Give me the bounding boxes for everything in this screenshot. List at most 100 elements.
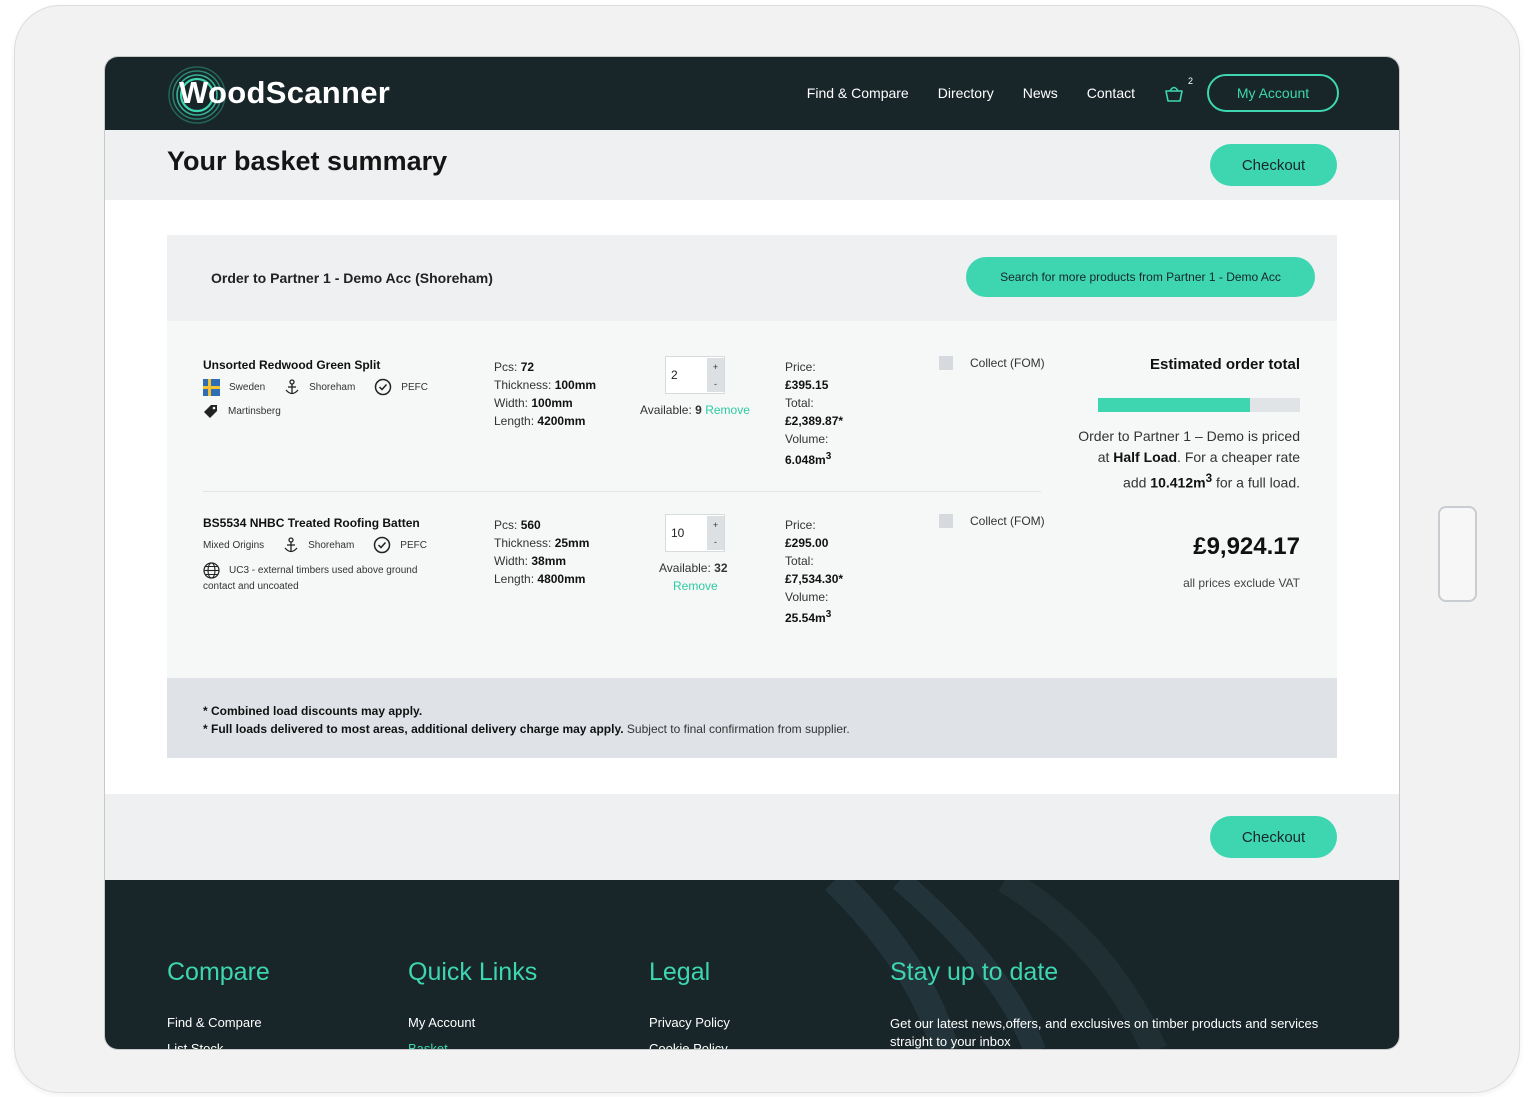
volume-label: Volume:: [785, 432, 829, 446]
quantity-input[interactable]: [666, 357, 707, 393]
logo-wordmark: WoodScanner: [179, 75, 390, 111]
item-port: Shoreham: [309, 381, 356, 393]
length-value: 4800mm: [537, 572, 586, 586]
footer-compare-column: Compare Find & Compare List Stock: [167, 958, 270, 1049]
collect-label: Collect (FOM): [970, 514, 1045, 528]
footer-link-my-account[interactable]: My Account: [408, 1015, 537, 1030]
item-cert: PEFC: [400, 539, 427, 551]
volume-unit-sup: 3: [825, 451, 832, 462]
item-origin: Sweden: [229, 381, 266, 393]
available-label: Available:: [640, 403, 692, 417]
available-value: 32: [714, 561, 728, 575]
item-meta-row: Mixed Origins Shoreham PEFC: [203, 536, 427, 554]
search-more-products-button[interactable]: Search for more products from Partner 1 …: [966, 257, 1315, 297]
thickness-value: 100mm: [554, 378, 597, 392]
estimate-title: Estimated order total: [1149, 356, 1300, 373]
note-full-loads: * Full loads delivered to most areas, ad…: [203, 722, 624, 736]
load-explanation: Order to Partner 1 – Demo is priced at H…: [1078, 426, 1300, 494]
footer-link-find-compare[interactable]: Find & Compare: [167, 1015, 270, 1030]
basket-summary-header: Your basket summary Checkout: [105, 130, 1399, 200]
anchor-icon: [284, 536, 298, 552]
item-specs: Pcs: 72 Thickness: 100mm Width: 100mm Le…: [494, 358, 596, 430]
footer-legal-column: Legal Privacy Policy Cookie Policy: [649, 958, 730, 1049]
item-specs: Pcs: 560 Thickness: 25mm Width: 38mm Len…: [494, 516, 589, 588]
thickness-value: 25mm: [554, 536, 590, 550]
width-value: 100mm: [531, 396, 573, 410]
item-name: BS5534 NHBC Treated Roofing Batten: [203, 516, 420, 530]
collect-option: Collect (FOM): [939, 356, 1045, 370]
tag-icon: [204, 405, 217, 418]
price-value: £395.15: [785, 378, 829, 392]
collect-label: Collect (FOM): [970, 356, 1045, 370]
item-origin: Mixed Origins: [203, 539, 265, 551]
pcs-label: Pcs:: [494, 518, 518, 532]
nav-link-find-compare[interactable]: Find & Compare: [807, 85, 909, 101]
woodscanner-logo[interactable]: WoodScanner: [167, 63, 390, 124]
collect-checkbox[interactable]: [939, 514, 953, 528]
item-meta-row-3: contact and uncoated: [203, 581, 299, 592]
load-progress-fill: [1098, 398, 1250, 412]
note-full-loads-rest: Subject to final confirmation from suppl…: [623, 722, 850, 736]
checkout-button-top[interactable]: Checkout: [1210, 144, 1337, 186]
nav-link-directory[interactable]: Directory: [938, 85, 994, 101]
load-text-c: for a full load.: [1212, 474, 1300, 491]
item-cert: PEFC: [401, 381, 428, 393]
item-extra: UC3 - external timbers used above ground: [229, 565, 418, 576]
bottom-checkout-bar: Checkout: [105, 794, 1399, 880]
item-pricing: Price: £395.15 Total: £2,389.87* Volume:…: [785, 358, 843, 469]
collect-checkbox[interactable]: [939, 356, 953, 370]
order-total-amount: £9,924.17: [1193, 533, 1300, 560]
total-label: Total:: [785, 396, 814, 410]
sweden-flag-icon: [203, 378, 220, 396]
footer-link-basket[interactable]: Basket: [408, 1041, 537, 1049]
nav-link-contact[interactable]: Contact: [1087, 85, 1135, 101]
thickness-label: Thickness:: [494, 378, 552, 392]
thickness-label: Thickness:: [494, 536, 552, 550]
price-value: £295.00: [785, 536, 829, 550]
item-extra: Martinsberg: [228, 405, 281, 417]
logo-word-scanner: Scanner: [265, 75, 391, 110]
length-label: Length:: [494, 572, 535, 586]
collect-option: Collect (FOM): [939, 514, 1045, 528]
page-title: Your basket summary: [167, 146, 448, 176]
pcs-label: Pcs:: [494, 360, 518, 374]
estimated-order-total: Estimated order total Order to Partner 1…: [1078, 356, 1300, 590]
quantity-increase-button[interactable]: +: [707, 516, 724, 533]
quantity-stepper: + -: [665, 356, 725, 394]
item-divider: [203, 491, 1041, 492]
total-label: Total:: [785, 554, 814, 568]
order-panel: Order to Partner 1 - Demo Acc (Shoreham)…: [167, 235, 1337, 758]
footer-link-privacy-policy[interactable]: Privacy Policy: [649, 1015, 730, 1030]
quantity-increase-button[interactable]: +: [707, 358, 724, 375]
width-value: 38mm: [531, 554, 567, 568]
price-label: Price:: [785, 518, 816, 532]
remove-item-link[interactable]: Remove: [673, 579, 718, 593]
item-port: Shoreham: [308, 539, 355, 551]
nav-link-news[interactable]: News: [1023, 85, 1058, 101]
note-combined-load: * Combined load discounts may apply.: [203, 704, 423, 718]
width-label: Width:: [494, 554, 529, 568]
footer: Compare Find & Compare List Stock Quick …: [105, 880, 1399, 1049]
my-account-button[interactable]: My Account: [1207, 74, 1339, 112]
quantity-input[interactable]: [666, 515, 707, 551]
footer-link-cookie-policy[interactable]: Cookie Policy: [649, 1041, 730, 1049]
footer-heading-quick-links: Quick Links: [408, 958, 538, 986]
quantity-decrease-button[interactable]: -: [707, 533, 724, 550]
remove-item-link[interactable]: Remove: [705, 403, 750, 417]
load-progress-bar: [1098, 398, 1300, 412]
basket-icon[interactable]: 2: [1163, 76, 1193, 104]
length-label: Length:: [494, 414, 535, 428]
width-label: Width:: [494, 396, 529, 410]
footer-newsletter-text: Get our latest news,offers, and exclusiv…: [890, 1016, 1319, 1049]
footer-newsletter-column: Stay up to date Get our latest news,offe…: [890, 958, 1330, 1049]
screen: WoodScanner Find & Compare Directory New…: [104, 56, 1400, 1050]
order-header: Order to Partner 1 - Demo Acc (Shoreham)…: [167, 235, 1337, 321]
item-availability: Available: 32: [659, 561, 728, 575]
nav-links: Find & Compare Directory News Contact 2 …: [807, 74, 1339, 112]
price-label: Price:: [785, 360, 816, 374]
checkout-button-bottom[interactable]: Checkout: [1210, 816, 1337, 858]
footer-quick-links-column: Quick Links My Account Basket: [408, 958, 538, 1049]
quantity-decrease-button[interactable]: -: [707, 375, 724, 392]
footer-link-list-stock[interactable]: List Stock: [167, 1041, 270, 1049]
vat-note: all prices exclude VAT: [1183, 576, 1300, 590]
